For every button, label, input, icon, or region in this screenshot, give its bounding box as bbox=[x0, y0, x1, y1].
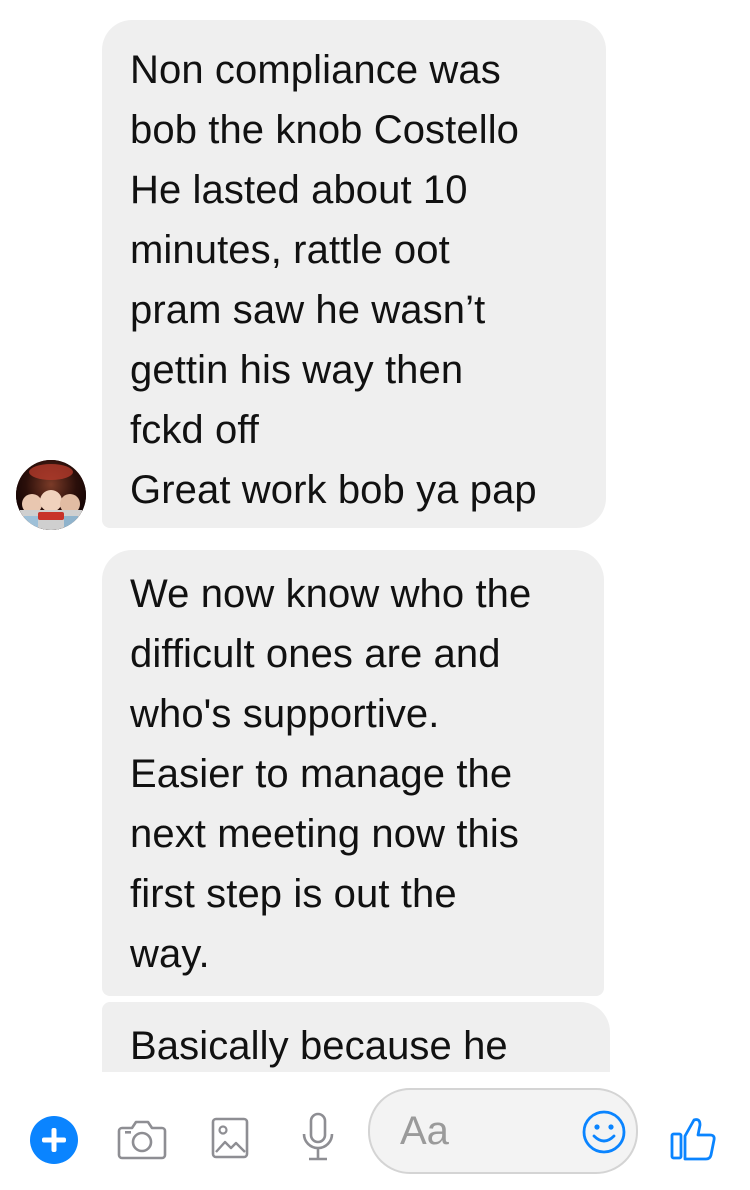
message-input[interactable]: Aa bbox=[368, 1088, 638, 1174]
avatar[interactable] bbox=[16, 460, 86, 530]
message-bubble[interactable]: We now know who the difficult ones are a… bbox=[102, 550, 604, 996]
image-icon bbox=[211, 1117, 249, 1159]
microphone-icon bbox=[302, 1112, 334, 1161]
camera-icon bbox=[117, 1120, 167, 1160]
avatar-image bbox=[16, 460, 86, 530]
message-thread[interactable]: Non compliance was bob the knob Costello… bbox=[0, 0, 750, 1072]
emoji-button[interactable] bbox=[580, 1108, 628, 1156]
emoji-icon bbox=[582, 1110, 626, 1154]
like-button[interactable] bbox=[668, 1112, 720, 1164]
gallery-button[interactable] bbox=[210, 1114, 250, 1162]
plus-icon bbox=[42, 1128, 66, 1152]
plus-button[interactable] bbox=[30, 1116, 78, 1164]
microphone-button[interactable] bbox=[298, 1110, 338, 1166]
messenger-screen: Non compliance was bob the knob Costello… bbox=[0, 0, 750, 1190]
message-bubble[interactable]: Basically because he bbox=[102, 1002, 610, 1072]
thumbs-up-icon bbox=[670, 1118, 716, 1161]
message-bubble[interactable]: Non compliance was bob the knob Costello… bbox=[102, 20, 606, 528]
message-input-placeholder: Aa bbox=[400, 1109, 449, 1153]
camera-button[interactable] bbox=[116, 1114, 168, 1162]
